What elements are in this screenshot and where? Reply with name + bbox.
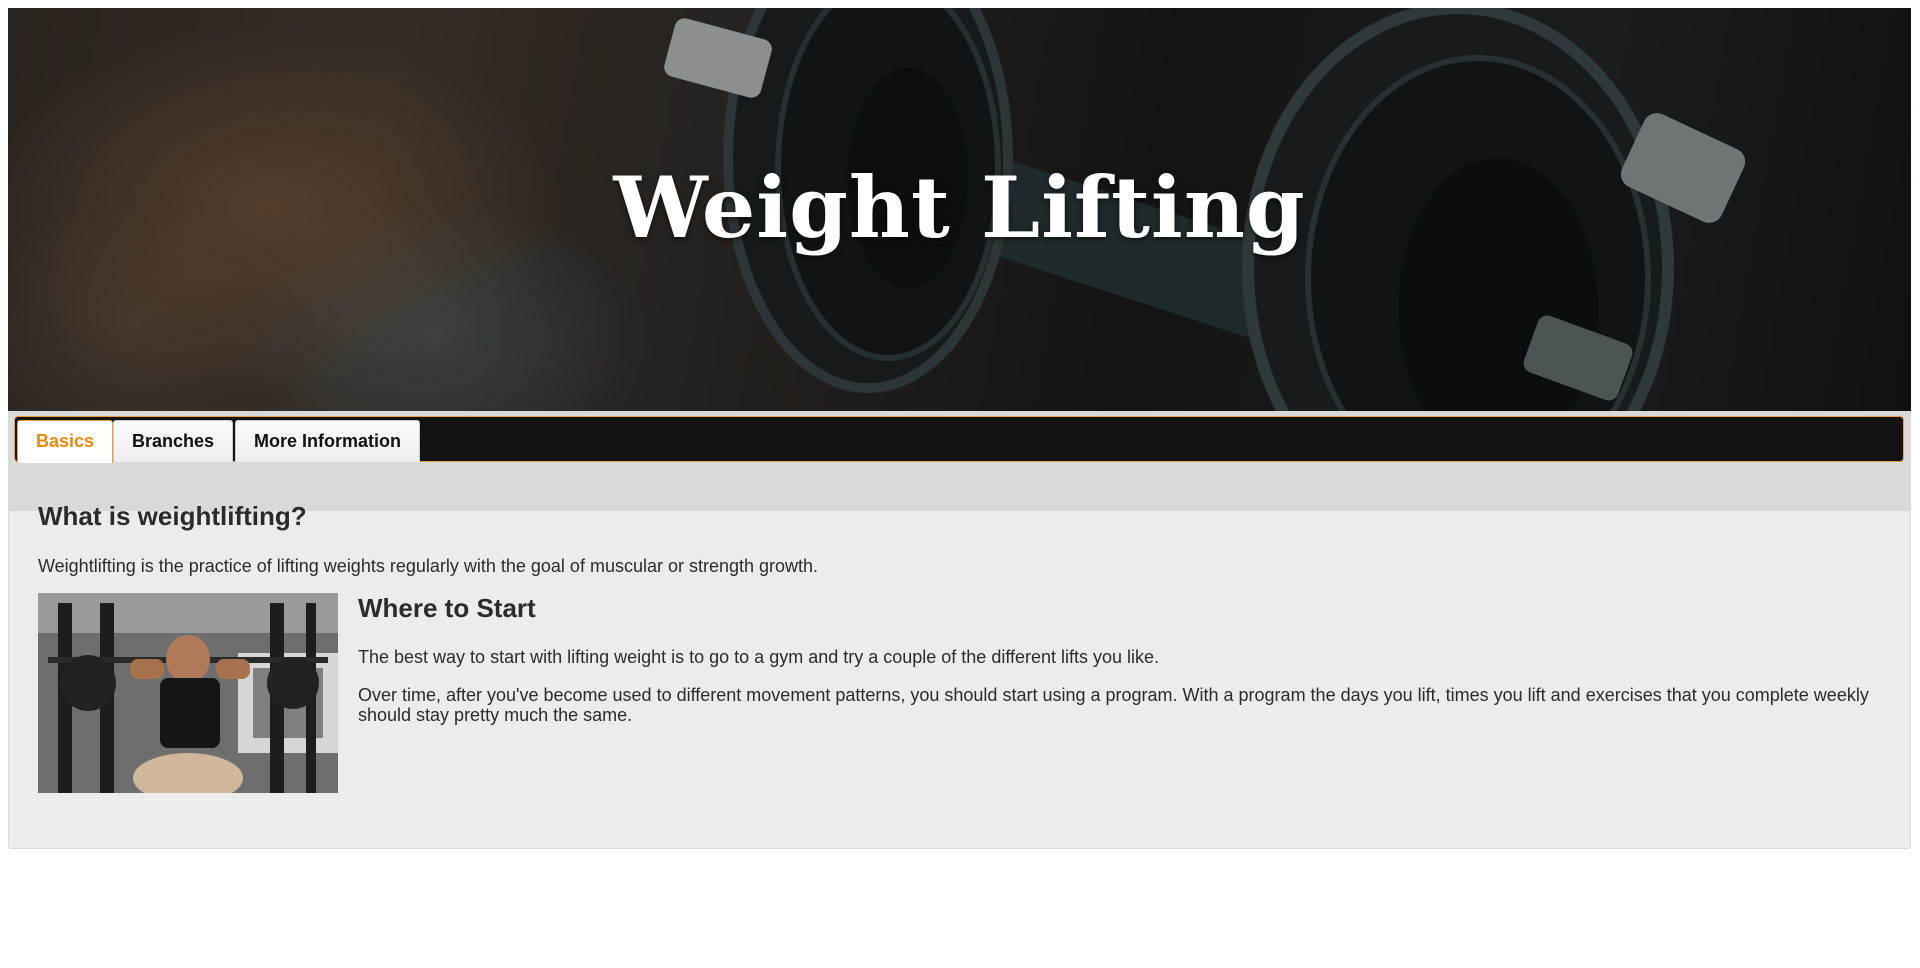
page-title: Weight Lifting — [613, 158, 1306, 257]
bench-press-image — [38, 593, 338, 793]
intro-paragraph: Weightlifting is the practice of lifting… — [38, 556, 819, 576]
tab-basics[interactable]: Basics — [17, 420, 114, 463]
where-to-start-heading: Where to Start — [358, 593, 536, 623]
start-paragraph-2: Over time, after you've become used to d… — [358, 685, 1869, 725]
tab-bar: Basics Branches More Information — [14, 416, 1904, 463]
tab-branches[interactable]: Branches — [113, 420, 234, 462]
start-paragraph-1: The best way to start with lifting weigh… — [358, 647, 1160, 667]
tabs-panel: Basics Branches More Information What is… — [8, 411, 1911, 849]
tab-more-information[interactable]: More Information — [235, 420, 420, 462]
weightlifter-photo — [38, 593, 338, 793]
hero-banner: Weight Lifting — [8, 8, 1911, 411]
section-heading: What is weightlifting? — [38, 501, 307, 531]
